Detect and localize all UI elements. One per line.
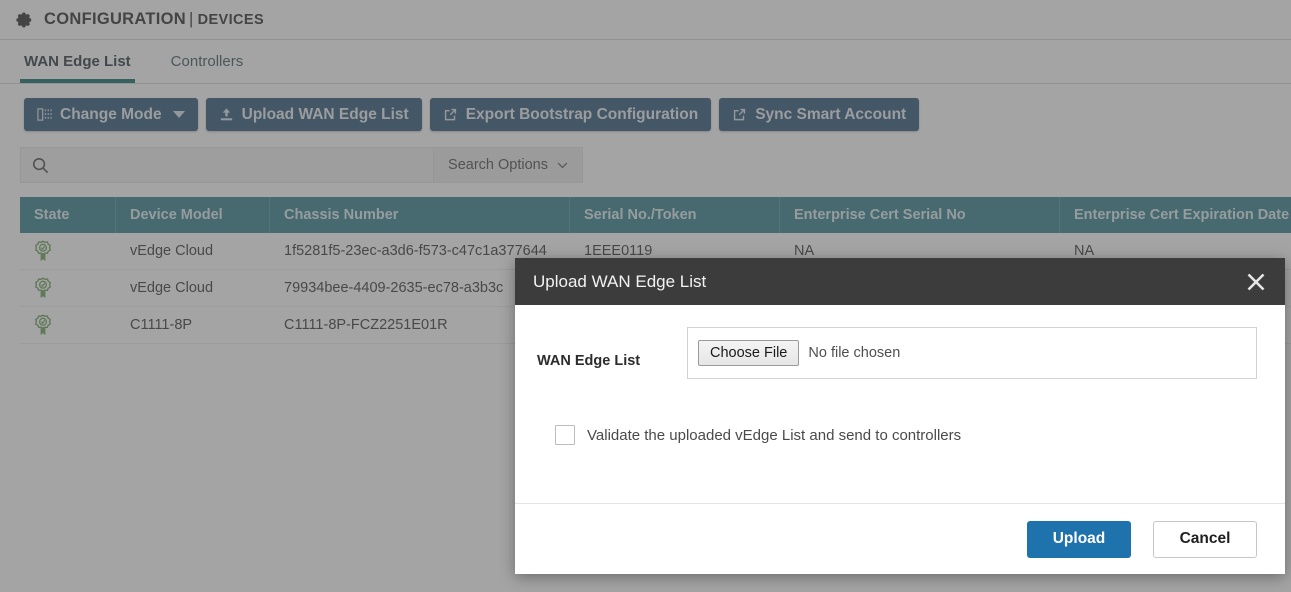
dialog-title: Upload WAN Edge List: [533, 271, 707, 291]
dialog-header: Upload WAN Edge List: [515, 258, 1285, 305]
validate-checkbox-row: Validate the uploaded vEdge List and sen…: [537, 425, 1257, 445]
dialog-footer: Upload Cancel: [515, 503, 1285, 574]
dialog-body: WAN Edge List Choose File No file chosen…: [515, 305, 1285, 503]
upload-wan-edge-list-dialog: Upload WAN Edge List WAN Edge List Choos…: [515, 258, 1285, 574]
file-status-text: No file chosen: [808, 345, 901, 361]
cancel-button[interactable]: Cancel: [1153, 520, 1257, 558]
wan-edge-list-label: WAN Edge List: [537, 353, 641, 369]
validate-checkbox-label: Validate the uploaded vEdge List and sen…: [587, 426, 962, 444]
validate-checkbox[interactable]: [555, 425, 575, 445]
close-icon[interactable]: [1245, 271, 1267, 293]
choose-file-button[interactable]: Choose File: [698, 340, 800, 366]
upload-button[interactable]: Upload: [1027, 520, 1131, 558]
wan-edge-list-file-row: WAN Edge List Choose File No file chosen: [537, 327, 1257, 379]
file-input-container[interactable]: Choose File No file chosen: [687, 327, 1257, 379]
